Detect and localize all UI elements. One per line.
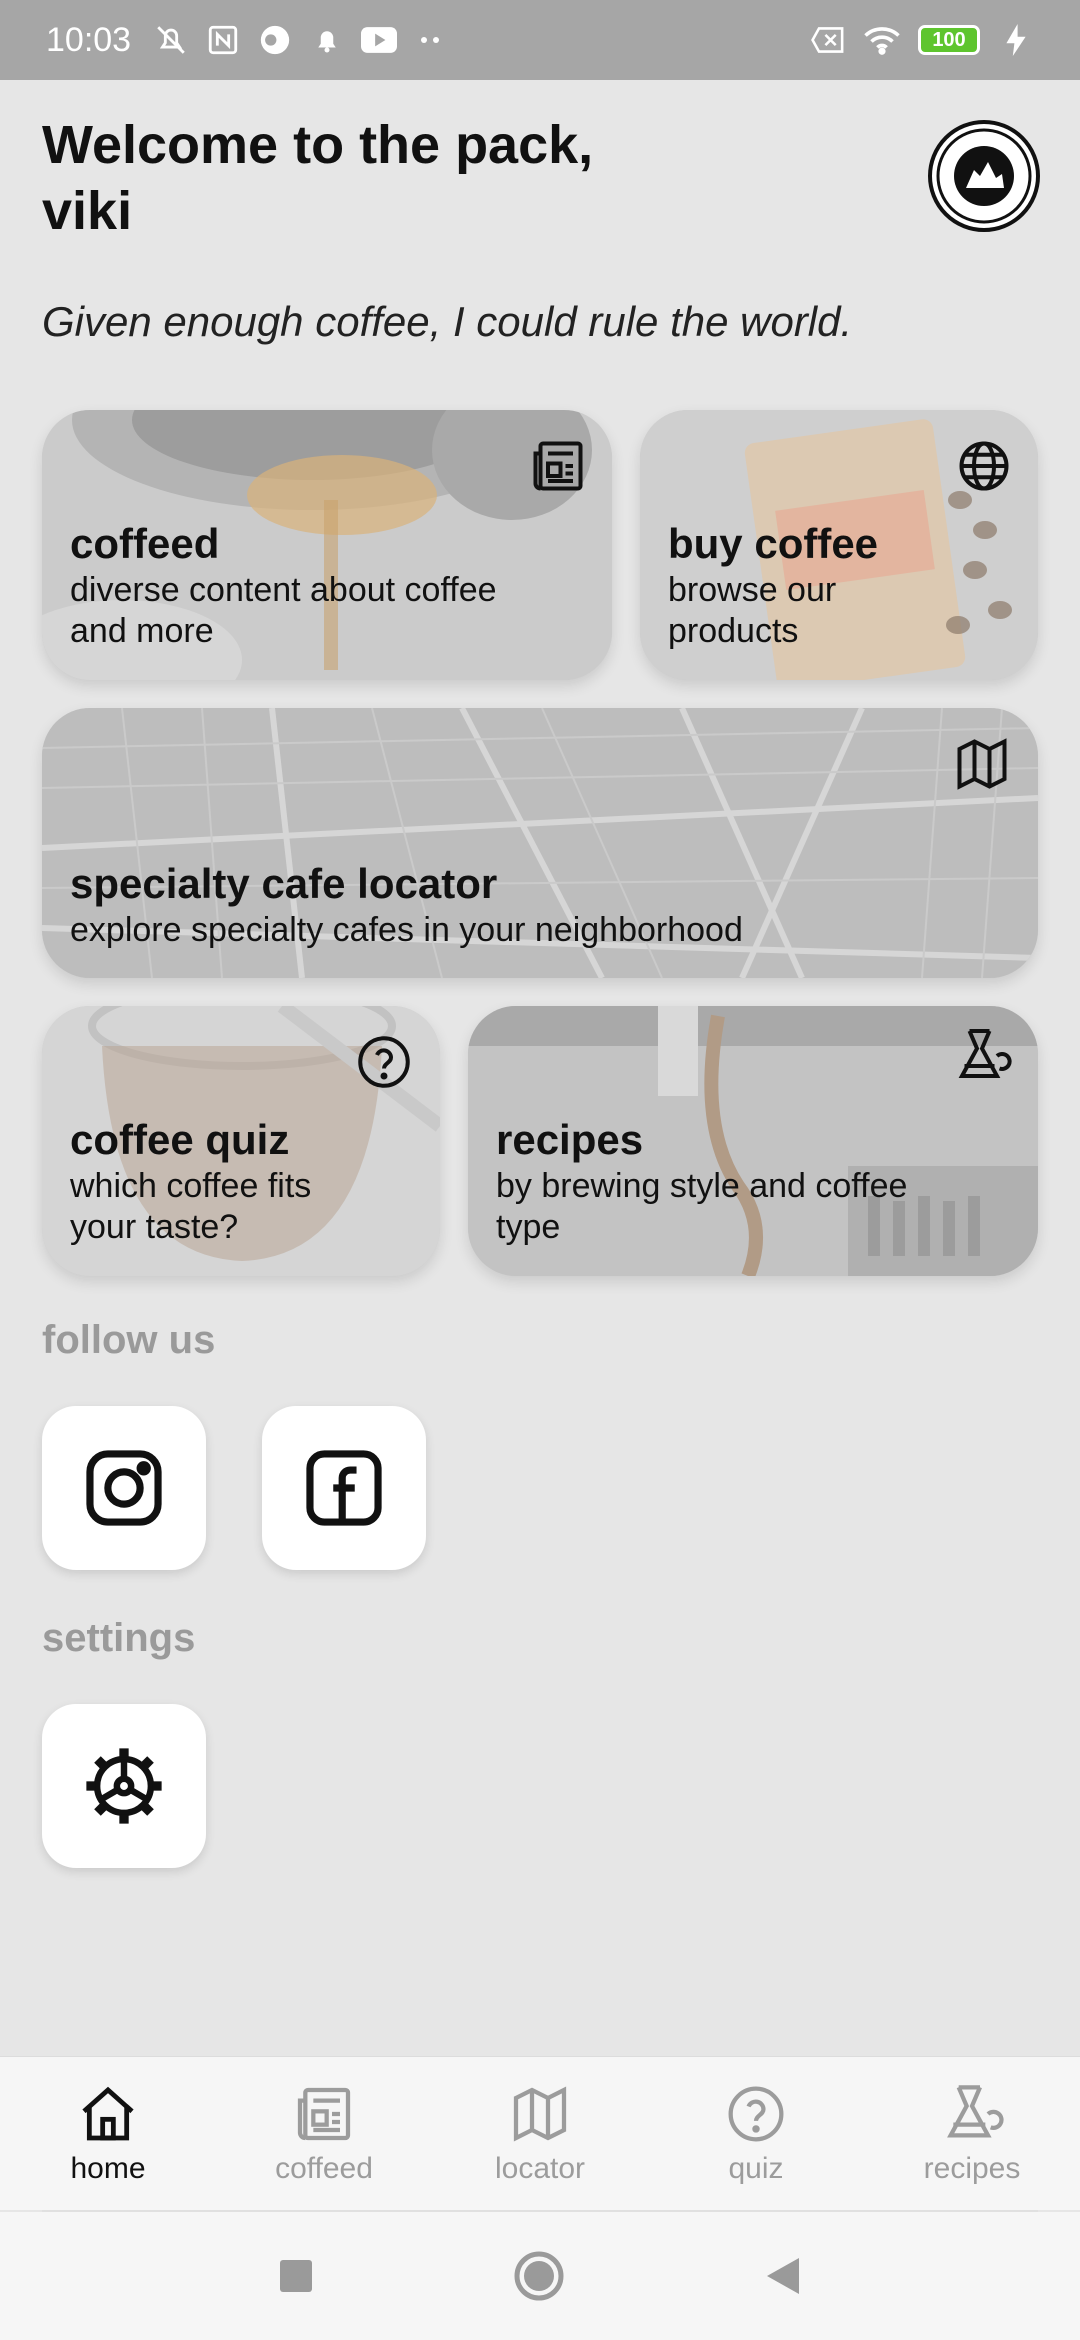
globe-icon xyxy=(959,441,1009,491)
instagram-button[interactable] xyxy=(42,1406,206,1570)
newspaper-icon xyxy=(533,441,583,491)
cafe-locator-card-subtitle: explore specialty cafes in your neighbor… xyxy=(70,911,743,949)
welcome-line-1: Welcome to the pack, xyxy=(42,115,594,175)
bottom-navigation: home coffeed locator quiz recipes xyxy=(0,2056,1080,2210)
home-button-icon[interactable] xyxy=(513,2250,565,2302)
map-icon xyxy=(513,2086,567,2141)
nav-item-home[interactable]: home xyxy=(0,2057,216,2210)
question-icon xyxy=(728,2086,784,2141)
coffee-quiz-card-subtitle-1: which coffee fits xyxy=(70,1167,312,1205)
gear-icon xyxy=(86,1748,162,1824)
coffee-quiz-card-title: coffee quiz xyxy=(70,1116,290,1163)
newspaper-icon xyxy=(297,2087,351,2140)
chemex-icon xyxy=(958,1029,1012,1078)
buy-coffee-card-title: buy coffee xyxy=(668,520,879,567)
coffeed-card-subtitle-2: and more xyxy=(70,612,214,650)
buy-coffee-card[interactable]: buy coffee browse our products xyxy=(640,410,1038,680)
recipes-card-subtitle-2: type xyxy=(496,1208,561,1246)
bell-icon xyxy=(309,22,345,58)
home-icon xyxy=(82,2086,134,2140)
chemex-icon xyxy=(947,2084,1004,2137)
app-icon xyxy=(257,22,293,58)
recipes-card[interactable]: recipes by brewing style and coffee type xyxy=(468,1006,1038,1276)
no-sim-icon xyxy=(810,22,846,58)
recipes-card-subtitle-1: by brewing style and coffee xyxy=(496,1167,908,1205)
nav-item-coffeed[interactable]: coffeed xyxy=(216,2057,432,2210)
nav-item-locator[interactable]: locator xyxy=(432,2057,648,2210)
nav-label-home: home xyxy=(70,2151,146,2185)
cafe-locator-card-title: specialty cafe locator xyxy=(70,860,498,907)
map-icon xyxy=(957,738,1007,790)
instagram-icon xyxy=(86,1450,162,1526)
nav-label-coffeed: coffeed xyxy=(275,2151,373,2185)
buy-coffee-card-subtitle-2: products xyxy=(668,612,799,650)
back-button-icon[interactable] xyxy=(765,2256,801,2296)
youtube-icon xyxy=(361,22,398,58)
nav-label-quiz: quiz xyxy=(728,2151,784,2185)
quote-text: Given enough coffee, I could rule the wo… xyxy=(42,298,853,345)
cafe-locator-card[interactable]: specialty cafe locator explore specialty… xyxy=(42,708,1038,978)
facebook-button[interactable] xyxy=(262,1406,426,1570)
settings-button[interactable] xyxy=(42,1704,206,1868)
coffeed-card[interactable]: coffeed diverse content about coffee and… xyxy=(42,410,612,680)
follow-us-heading: follow us xyxy=(42,1318,216,1362)
charging-icon xyxy=(998,22,1034,58)
more-dots-icon xyxy=(413,22,449,58)
welcome-heading: Welcome to the pack, viki xyxy=(42,112,742,244)
question-icon xyxy=(358,1036,410,1088)
recipes-card-title: recipes xyxy=(496,1116,644,1163)
nav-item-recipes[interactable]: recipes xyxy=(864,2057,1080,2210)
nav-item-quiz[interactable]: quiz xyxy=(648,2057,864,2210)
status-time: 10:03 xyxy=(46,20,132,59)
coffee-quiz-card[interactable]: coffee quiz which coffee fits your taste… xyxy=(42,1006,440,1276)
hoox-coffee-logo xyxy=(928,120,1040,232)
coffeed-card-subtitle-1: diverse content about coffee xyxy=(70,571,497,609)
settings-heading: settings xyxy=(42,1616,196,1660)
facebook-icon xyxy=(306,1450,382,1526)
coffee-quiz-card-subtitle-2: your taste? xyxy=(70,1208,239,1246)
battery-icon: 100 xyxy=(918,25,980,55)
nav-label-locator: locator xyxy=(494,2151,586,2185)
nfc-icon xyxy=(205,22,241,58)
status-bar: 10:03 100 xyxy=(0,0,1080,80)
recent-apps-icon[interactable] xyxy=(279,2259,313,2293)
mute-icon xyxy=(153,22,189,58)
wifi-icon xyxy=(864,22,900,58)
nav-label-recipes: recipes xyxy=(923,2151,1021,2185)
system-navigation-bar xyxy=(0,2212,1080,2340)
coffeed-card-title: coffeed xyxy=(70,520,220,567)
buy-coffee-card-subtitle-1: browse our xyxy=(668,571,837,609)
welcome-line-2: viki xyxy=(42,181,133,241)
